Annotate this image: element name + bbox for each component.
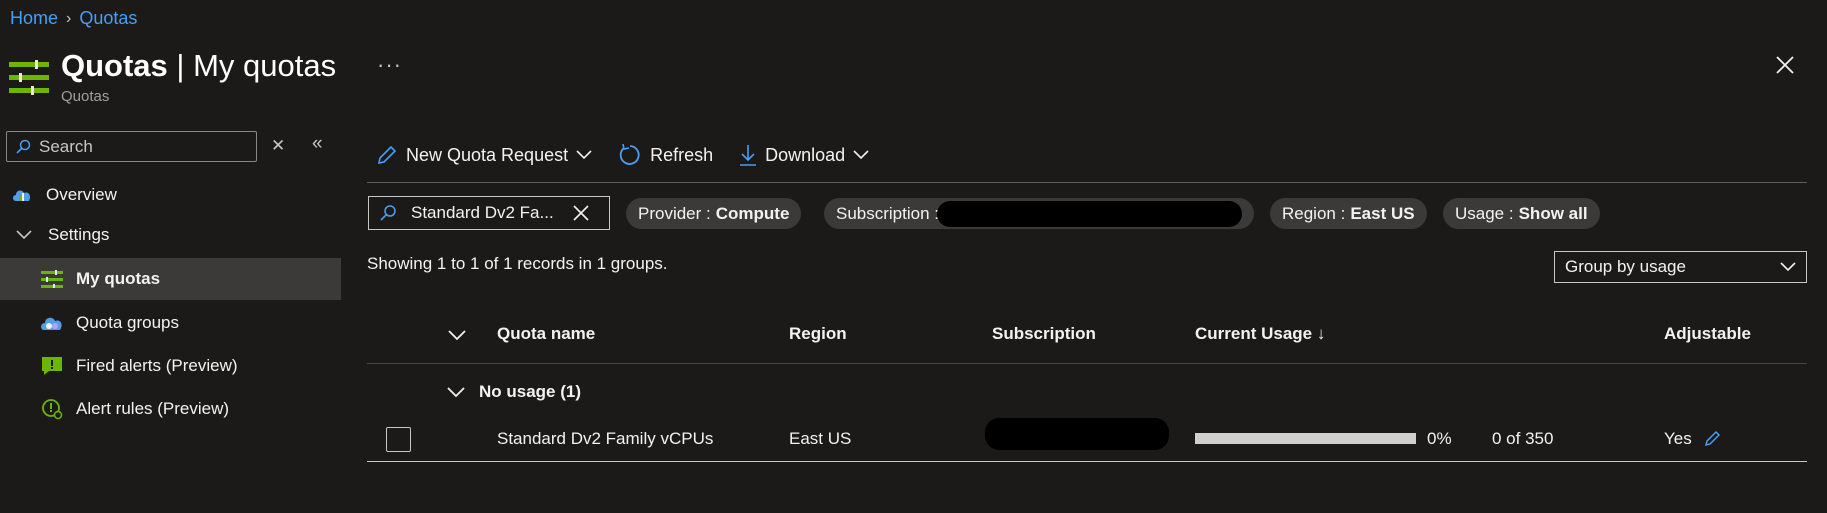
region-filter-pill[interactable]: Region : East US	[1270, 198, 1427, 229]
column-header-current-usage[interactable]: Current Usage ↓	[1195, 324, 1325, 344]
quotas-icon	[40, 267, 64, 291]
quota-name-link[interactable]: Standard Dv2 Family vCPUs	[497, 429, 713, 449]
clear-search-icon[interactable]: ✕	[271, 136, 285, 156]
sidebar-item-label: Settings	[48, 225, 110, 244]
chevron-down-icon	[853, 150, 869, 160]
sidebar-item-label: Quota groups	[76, 313, 180, 332]
divider	[367, 363, 1807, 364]
sidebar-search-box[interactable]	[6, 131, 257, 162]
page-subtitle: Quotas	[61, 88, 110, 105]
breadcrumb: Home › Quotas	[10, 8, 137, 29]
sidebar-item-alert-rules[interactable]: Alert rules (Preview)	[0, 388, 341, 430]
adjustable-cell: Yes	[1664, 429, 1692, 448]
column-header-adjustable[interactable]: Adjustable	[1664, 324, 1751, 344]
sidebar-item-label: Fired alerts (Preview)	[76, 356, 238, 375]
row-checkbox[interactable]	[386, 427, 411, 452]
chevron-right-icon: ›	[66, 9, 72, 27]
collapse-sidebar-icon[interactable]: «	[312, 133, 323, 155]
breadcrumb-quotas-link[interactable]: Quotas	[79, 8, 137, 29]
provider-filter-pill[interactable]: Provider : Compute	[626, 198, 802, 229]
quotas-icon	[9, 60, 49, 95]
sidebar-search-input[interactable]	[39, 136, 239, 157]
more-options-button[interactable]: ···	[377, 52, 402, 78]
sidebar-item-quota-groups[interactable]: Quota groups	[0, 302, 341, 344]
usage-percent: 0%	[1427, 429, 1452, 448]
quota-groups-icon	[40, 311, 64, 335]
cloud-icon	[10, 183, 34, 207]
group-label: No usage (1)	[479, 382, 582, 401]
group-row[interactable]: No usage (1)	[447, 382, 581, 402]
usage-filter-pill[interactable]: Usage : Show all	[1443, 198, 1600, 229]
search-icon	[16, 139, 31, 154]
sidebar-item-label: Alert rules (Preview)	[76, 399, 230, 418]
sidebar-item-fired-alerts[interactable]: Fired alerts (Preview)	[0, 345, 341, 387]
page-title: Quotas | My quotas	[61, 48, 337, 83]
column-header-quota-name[interactable]: Quota name	[497, 324, 595, 344]
pencil-icon	[377, 145, 397, 165]
download-button[interactable]: Download	[739, 144, 869, 166]
quota-search-value[interactable]: Standard Dv2 Fa...	[411, 203, 561, 223]
breadcrumb-home-link[interactable]: Home	[10, 8, 58, 29]
sidebar-item-label: My quotas	[76, 269, 161, 288]
quota-search-box[interactable]: Standard Dv2 Fa...	[368, 196, 610, 230]
usage-count: 0 of 350	[1492, 429, 1554, 448]
redacted-subscription	[937, 200, 1242, 227]
sidebar-item-settings[interactable]: Settings	[0, 214, 341, 256]
close-icon[interactable]	[1774, 54, 1796, 76]
refresh-button[interactable]: Refresh	[618, 143, 713, 167]
column-header-region[interactable]: Region	[789, 324, 847, 344]
subscription-filter-pill[interactable]: Subscription :	[824, 198, 1254, 229]
sidebar-item-label: Overview	[46, 185, 117, 204]
download-icon	[740, 145, 757, 166]
refresh-icon	[619, 143, 640, 165]
alert-rules-icon	[40, 397, 64, 421]
sidebar-item-my-quotas[interactable]: My quotas	[0, 258, 341, 300]
records-summary: Showing 1 to 1 of 1 records in 1 groups.	[367, 254, 668, 273]
column-header-subscription[interactable]: Subscription	[992, 324, 1096, 344]
sidebar-item-overview[interactable]: Overview	[0, 174, 341, 216]
search-icon	[380, 205, 396, 221]
divider	[367, 182, 1807, 183]
usage-progress-bar	[1195, 433, 1416, 444]
command-bar: New Quota Request Refresh Download	[376, 143, 895, 167]
chevron-down-icon	[1780, 262, 1796, 272]
chevron-down-icon	[12, 223, 36, 247]
redacted-subscription-cell	[985, 418, 1169, 450]
edit-pencil-icon[interactable]	[1703, 428, 1723, 448]
new-quota-request-button[interactable]: New Quota Request	[376, 144, 592, 166]
divider	[367, 461, 1807, 462]
chevron-down-icon	[447, 387, 465, 398]
region-cell: East US	[789, 429, 852, 448]
expand-all-icon[interactable]	[448, 329, 466, 341]
chevron-down-icon	[576, 150, 592, 160]
clear-search-icon[interactable]	[573, 205, 589, 221]
group-by-dropdown[interactable]: Group by usage	[1554, 251, 1807, 283]
alert-icon	[40, 354, 64, 378]
